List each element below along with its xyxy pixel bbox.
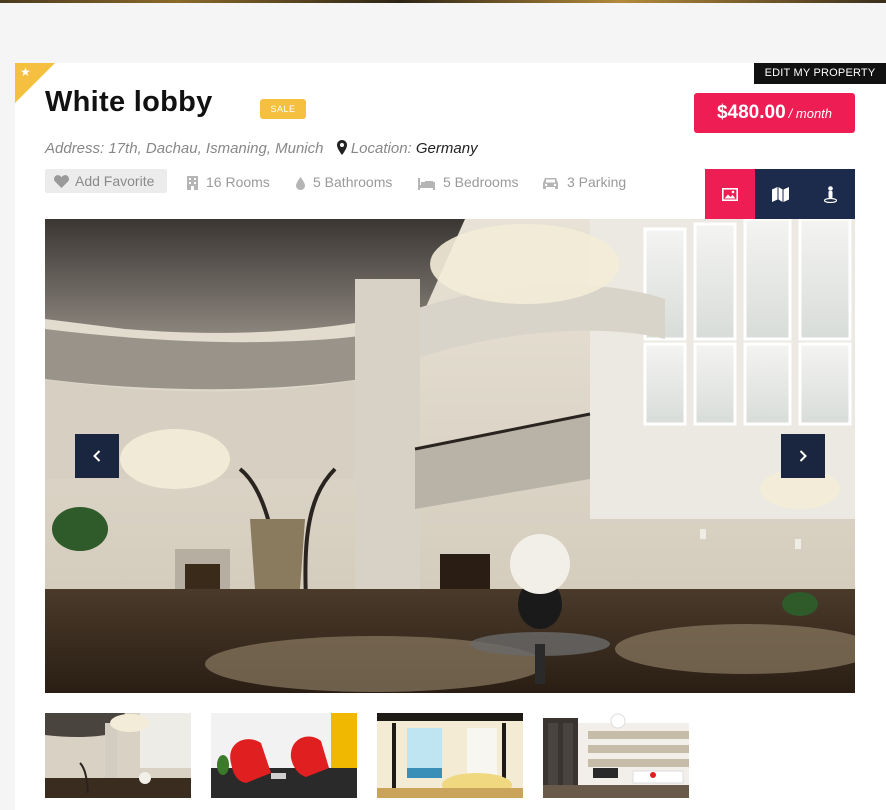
- parking-feature: 3 Parking: [542, 173, 626, 191]
- property-main-image: [45, 219, 855, 693]
- sale-badge: SALE: [260, 99, 306, 119]
- next-image-button[interactable]: [781, 434, 825, 478]
- address-text: Address: 17th, Dachau, Ismaning, Munich: [45, 140, 324, 157]
- gallery-thumbnail[interactable]: [377, 713, 523, 798]
- price-amount: $480.00: [716, 102, 786, 123]
- top-banner-strip: [0, 0, 886, 3]
- rooms-count: 16 Rooms: [206, 174, 270, 190]
- map-icon: [771, 186, 789, 202]
- street-view-tab[interactable]: [805, 169, 855, 219]
- rooms-feature: 16 Rooms: [187, 173, 270, 191]
- photo-gallery-tab[interactable]: [705, 169, 755, 219]
- heart-icon: [54, 171, 69, 195]
- building-icon: [187, 176, 198, 190]
- add-favorite-button[interactable]: Add Favorite: [45, 169, 167, 193]
- price-box: $480.00/ month: [694, 93, 855, 133]
- location-label: Location:: [350, 140, 412, 157]
- gallery-thumbnail[interactable]: [211, 713, 357, 798]
- location-value: Germany: [415, 140, 478, 157]
- edit-property-button[interactable]: EDIT MY PROPERTY: [754, 63, 886, 84]
- add-favorite-label: Add Favorite: [75, 173, 155, 189]
- parking-count: 3 Parking: [567, 174, 627, 190]
- price-period: / month: [788, 106, 833, 121]
- bedrooms-feature: 5 Bedrooms: [418, 173, 518, 191]
- bed-icon: [418, 178, 435, 190]
- water-drop-icon: [296, 177, 305, 190]
- bathrooms-feature: 5 Bathrooms: [296, 173, 392, 191]
- car-icon: [543, 178, 558, 189]
- gallery-thumbnail[interactable]: [45, 713, 191, 798]
- bathrooms-count: 5 Bathrooms: [313, 174, 393, 190]
- map-view-tab[interactable]: [755, 169, 805, 219]
- map-pin-icon: [336, 140, 347, 159]
- star-icon: ★: [20, 65, 31, 79]
- chevron-left-icon: [93, 450, 101, 462]
- image-icon: [722, 187, 738, 201]
- address-line: Address: 17th, Dachau, Ismaning, Munich …: [45, 140, 478, 159]
- chevron-right-icon: [799, 450, 807, 462]
- previous-image-button[interactable]: [75, 434, 119, 478]
- bedrooms-count: 5 Bedrooms: [443, 174, 519, 190]
- gallery-thumbnail[interactable]: [543, 713, 689, 798]
- street-view-icon: [823, 185, 837, 203]
- property-title: White lobby: [45, 86, 213, 118]
